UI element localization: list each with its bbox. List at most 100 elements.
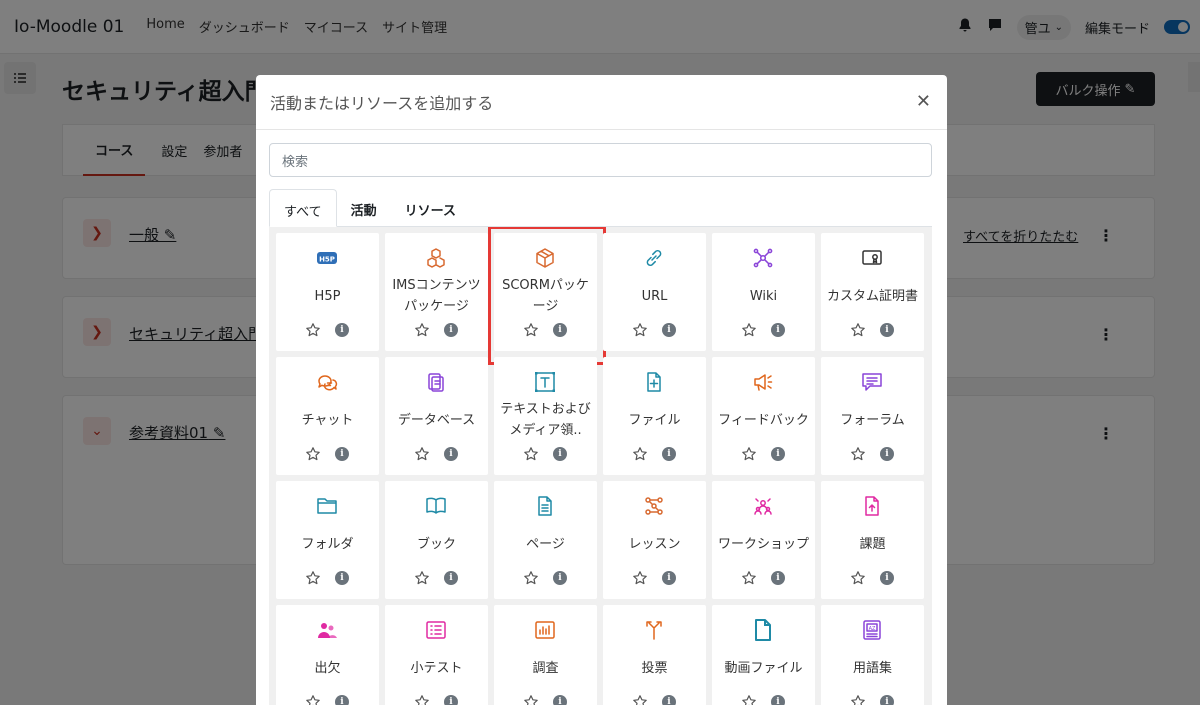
database-icon <box>425 371 447 393</box>
info-icon[interactable]: i <box>553 447 567 461</box>
star-icon[interactable] <box>305 570 321 586</box>
activity-card[interactable]: データベース i <box>385 357 488 475</box>
search-input[interactable]: 検索 <box>269 143 932 177</box>
file-icon <box>643 371 665 393</box>
star-icon[interactable] <box>632 694 648 705</box>
info-icon[interactable]: i <box>880 571 894 585</box>
activity-card[interactable]: AZ 用語集 i <box>821 605 924 705</box>
info-icon[interactable]: i <box>771 571 785 585</box>
info-icon[interactable]: i <box>335 695 349 705</box>
star-icon[interactable] <box>414 446 430 462</box>
modal-tabs: すべて 活動 リソース <box>269 189 932 227</box>
info-icon[interactable]: i <box>444 695 458 705</box>
info-icon[interactable]: i <box>880 695 894 705</box>
activity-card[interactable]: URL i <box>603 233 706 351</box>
info-icon[interactable]: i <box>553 695 567 705</box>
info-icon[interactable]: i <box>662 571 676 585</box>
star-icon[interactable] <box>850 446 866 462</box>
star-icon[interactable] <box>523 694 539 705</box>
info-icon[interactable]: i <box>335 447 349 461</box>
activity-card[interactable]: フォルダ i <box>276 481 379 599</box>
activity-name: 動画ファイル <box>724 660 803 676</box>
star-icon[interactable] <box>741 570 757 586</box>
scorm-package-icon <box>534 247 556 269</box>
activity-card[interactable]: 調査 i <box>494 605 597 705</box>
tab-activities[interactable]: 活動 <box>337 189 391 226</box>
info-icon[interactable]: i <box>662 695 676 705</box>
star-icon[interactable] <box>523 446 539 462</box>
star-icon[interactable] <box>850 570 866 586</box>
star-icon[interactable] <box>741 322 757 338</box>
info-icon[interactable]: i <box>553 323 567 337</box>
star-icon[interactable] <box>741 446 757 462</box>
activity-card[interactable]: 動画ファイル i <box>712 605 815 705</box>
activity-card[interactable]: フィードバック i <box>712 357 815 475</box>
star-icon[interactable] <box>523 322 539 338</box>
tab-all[interactable]: すべて <box>269 189 337 227</box>
info-icon[interactable]: i <box>335 571 349 585</box>
attendance-icon <box>316 619 338 641</box>
activity-card[interactable]: チャット i <box>276 357 379 475</box>
ims-package-icon <box>425 247 447 269</box>
activity-name: ワークショップ <box>717 536 809 552</box>
info-icon[interactable]: i <box>880 447 894 461</box>
star-icon[interactable] <box>850 322 866 338</box>
activity-card[interactable]: IMSコンテンツパッケージ i <box>385 233 488 351</box>
star-icon[interactable] <box>523 570 539 586</box>
info-icon[interactable]: i <box>553 571 567 585</box>
activity-card[interactable]: テキストおよびメディア領.. i <box>494 357 597 475</box>
activity-card[interactable]: SCORMパッケージ i <box>488 227 606 365</box>
activity-name: 小テスト <box>410 660 463 676</box>
activity-card[interactable]: 出欠 i <box>276 605 379 705</box>
info-icon[interactable]: i <box>444 571 458 585</box>
star-icon[interactable] <box>305 446 321 462</box>
activity-card[interactable]: レッスン i <box>603 481 706 599</box>
activity-card[interactable]: 課題 i <box>821 481 924 599</box>
activity-card[interactable]: 小テスト i <box>385 605 488 705</box>
link-icon <box>643 247 665 269</box>
info-icon[interactable]: i <box>444 323 458 337</box>
activity-card[interactable]: ページ i <box>494 481 597 599</box>
search-placeholder: 検索 <box>282 154 309 170</box>
star-icon[interactable] <box>850 694 866 705</box>
activity-card[interactable]: フォーラム i <box>821 357 924 475</box>
choice-icon <box>643 619 665 641</box>
star-icon[interactable] <box>414 570 430 586</box>
close-icon[interactable]: ✕ <box>916 91 931 112</box>
activity-name: H5P <box>314 288 341 304</box>
star-icon[interactable] <box>305 322 321 338</box>
chat-icon <box>316 371 338 393</box>
activity-card[interactable]: H5P H5P i <box>276 233 379 351</box>
workshop-icon <box>752 495 774 517</box>
activity-card[interactable]: ブック i <box>385 481 488 599</box>
star-icon[interactable] <box>632 570 648 586</box>
info-icon[interactable]: i <box>662 447 676 461</box>
activity-grid: H5P H5P i IMSコンテンツパッケージ i SCORMパッケージ i URL i Wiki… <box>276 227 932 705</box>
activity-chooser-modal: 活動またはリソースを追加する ✕ 検索 すべて 活動 リソース H5P H5P i I… <box>256 75 947 705</box>
activity-grid-container[interactable]: H5P H5P i IMSコンテンツパッケージ i SCORMパッケージ i URL i Wiki… <box>269 227 932 705</box>
star-icon[interactable] <box>632 322 648 338</box>
text-media-icon <box>534 371 556 393</box>
star-icon[interactable] <box>741 694 757 705</box>
info-icon[interactable]: i <box>771 323 785 337</box>
info-icon[interactable]: i <box>771 447 785 461</box>
tab-resources[interactable]: リソース <box>391 189 470 226</box>
star-icon[interactable] <box>414 322 430 338</box>
star-icon[interactable] <box>414 694 430 705</box>
info-icon[interactable]: i <box>662 323 676 337</box>
activity-card[interactable]: Wiki i <box>712 233 815 351</box>
activity-card[interactable]: ワークショップ i <box>712 481 815 599</box>
info-icon[interactable]: i <box>444 447 458 461</box>
survey-icon <box>534 619 556 641</box>
page-icon <box>534 495 556 517</box>
info-icon[interactable]: i <box>880 323 894 337</box>
star-icon[interactable] <box>632 446 648 462</box>
activity-card[interactable]: 投票 i <box>603 605 706 705</box>
star-icon[interactable] <box>305 694 321 705</box>
book-icon <box>425 495 447 517</box>
info-icon[interactable]: i <box>335 323 349 337</box>
activity-card[interactable]: カスタム証明書 i <box>821 233 924 351</box>
activity-card[interactable]: ファイル i <box>603 357 706 475</box>
info-icon[interactable]: i <box>771 695 785 705</box>
modal-title: 活動またはリソースを追加する <box>270 94 494 113</box>
